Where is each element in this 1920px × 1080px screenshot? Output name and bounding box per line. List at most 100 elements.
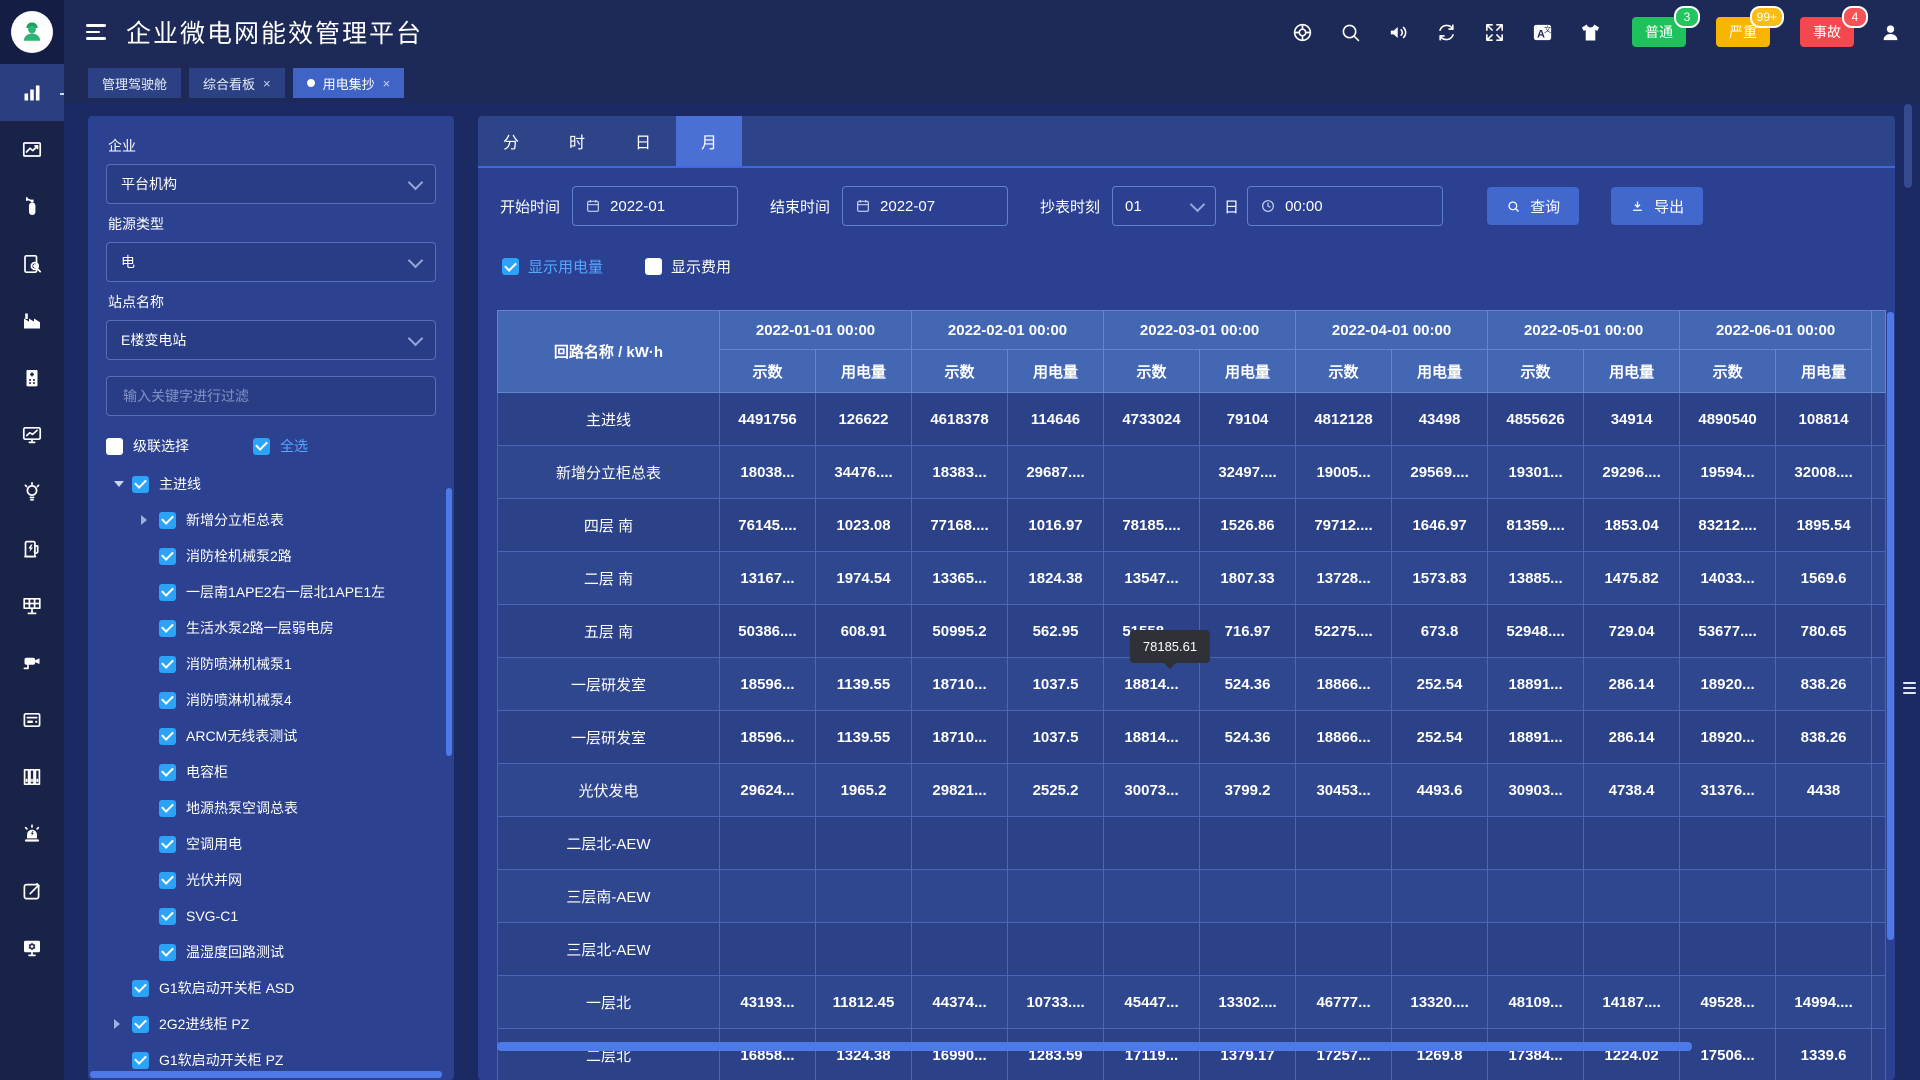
- tree-item[interactable]: 一层南1APE2右一层北1APE1左: [106, 574, 436, 610]
- theme-icon[interactable]: [1578, 20, 1602, 44]
- table-hscrollbar[interactable]: [497, 1042, 1692, 1051]
- sidebar-item-solar-panel[interactable]: [0, 577, 64, 634]
- sidebar-item-archive[interactable]: [0, 748, 64, 805]
- tree-checkbox[interactable]: [159, 836, 176, 853]
- tree-item[interactable]: 消防栓机械泵2路: [106, 538, 436, 574]
- sidebar-item-building-cross[interactable]: [0, 349, 64, 406]
- meter-day-select[interactable]: 01: [1112, 186, 1216, 226]
- fullscreen-icon[interactable]: [1482, 20, 1506, 44]
- tree-checkbox[interactable]: [159, 548, 176, 565]
- tree-checkbox[interactable]: [159, 908, 176, 925]
- panel-resize-handle-icon[interactable]: [1903, 682, 1916, 694]
- user-icon[interactable]: [1878, 20, 1902, 44]
- caret-right-icon[interactable]: [114, 1019, 132, 1029]
- export-button[interactable]: 导出: [1611, 187, 1703, 225]
- tree-item[interactable]: 2G2进线柜 PZ: [106, 1006, 436, 1042]
- period-tab-月[interactable]: 月: [676, 116, 742, 166]
- show-cost-checkbox[interactable]: [645, 258, 662, 275]
- sidebar-item-terminal-gear[interactable]: [0, 919, 64, 976]
- tree-filter-input[interactable]: [121, 387, 421, 405]
- sidebar-item-alarm-beacon[interactable]: [0, 805, 64, 862]
- tree-checkbox[interactable]: [159, 584, 176, 601]
- period-tab-时[interactable]: 时: [544, 116, 610, 166]
- nav-tab-1[interactable]: 综合看板×: [189, 68, 285, 98]
- start-time-input[interactable]: 2022-01: [572, 186, 738, 226]
- nav-tab-0[interactable]: 管理驾驶舱: [88, 68, 181, 98]
- tree-checkbox[interactable]: [159, 656, 176, 673]
- tree-checkbox[interactable]: [159, 872, 176, 889]
- sidebar-item-ev-charger[interactable]: [0, 520, 64, 577]
- tree-item[interactable]: ARCM无线表测试: [106, 718, 436, 754]
- tree-checkbox[interactable]: [159, 512, 176, 529]
- show-energy-checkbox[interactable]: [502, 258, 519, 275]
- period-tab-分[interactable]: 分: [478, 116, 544, 166]
- table-row[interactable]: 二层北16858...1324.3816990...1283.5917119..…: [498, 1029, 1886, 1080]
- sidebar-item-inspection[interactable]: [0, 235, 64, 292]
- caret-right-icon[interactable]: [141, 515, 159, 525]
- company-select[interactable]: 平台机构: [106, 164, 436, 204]
- nav-tab-2[interactable]: 用电集抄×: [293, 68, 405, 98]
- table-row[interactable]: 三层南-AEW: [498, 870, 1886, 923]
- sidebar-item-factory[interactable]: [0, 292, 64, 349]
- alarm-badge-2[interactable]: 事故 4: [1800, 17, 1854, 47]
- query-button[interactable]: 查询: [1487, 187, 1579, 225]
- tree-item[interactable]: 消防喷淋机械泵4: [106, 682, 436, 718]
- tree-item[interactable]: 生活水泵2路一层弱电房: [106, 610, 436, 646]
- station-select[interactable]: E楼变电站: [106, 320, 436, 360]
- tree-checkbox[interactable]: [132, 1052, 149, 1069]
- tree-item[interactable]: 新增分立柜总表: [106, 502, 436, 538]
- table-row[interactable]: 新增分立柜总表18038...34476....18383...29687...…: [498, 446, 1886, 499]
- table-row[interactable]: 一层研发室18596...1139.5518710...1037.518814.…: [498, 658, 1886, 711]
- tree-scrollbar[interactable]: [446, 488, 452, 756]
- tree-checkbox[interactable]: [159, 764, 176, 781]
- tree-item[interactable]: 电容柜: [106, 754, 436, 790]
- sidebar-item-line-chart[interactable]: [0, 121, 64, 178]
- alarm-badge-0[interactable]: 普通 3: [1632, 17, 1686, 47]
- tree-checkbox[interactable]: [159, 800, 176, 817]
- table-row[interactable]: 光伏发电29624...1965.229821...2525.230073...…: [498, 764, 1886, 817]
- tree-item[interactable]: 温湿度回路测试: [106, 934, 436, 970]
- menu-collapse-icon[interactable]: [86, 24, 106, 40]
- caret-down-icon[interactable]: [114, 481, 132, 487]
- tree-item[interactable]: SVG-C1: [106, 898, 436, 934]
- sidebar-item-bulb[interactable]: [0, 463, 64, 520]
- sidebar-item-camera[interactable]: [0, 634, 64, 691]
- refresh-icon[interactable]: [1434, 20, 1458, 44]
- tree-checkbox[interactable]: [159, 944, 176, 961]
- table-row[interactable]: 主进线4491756126622461837811464647330247910…: [498, 393, 1886, 446]
- sidebar-item-device-panel[interactable]: [0, 691, 64, 748]
- tree-checkbox[interactable]: [132, 980, 149, 997]
- table-row[interactable]: 一层北43193...11812.4544374...10733....4544…: [498, 976, 1886, 1029]
- tree-hscrollbar[interactable]: [90, 1071, 442, 1078]
- table-row[interactable]: 一层研发室18596...1139.5518710...1037.518814.…: [498, 711, 1886, 764]
- translate-icon[interactable]: A文: [1530, 20, 1554, 44]
- sidebar-item-bar-chart[interactable]: [0, 64, 64, 121]
- tree-item[interactable]: 光伏并网: [106, 862, 436, 898]
- table-row[interactable]: 二层北-AEW: [498, 817, 1886, 870]
- tree-checkbox[interactable]: [132, 476, 149, 493]
- tree-checkbox[interactable]: [159, 620, 176, 637]
- tree-checkbox[interactable]: [132, 1016, 149, 1033]
- sidebar-item-fire-extinguisher[interactable]: [0, 178, 64, 235]
- tree-item[interactable]: 主进线: [106, 466, 436, 502]
- tree-item[interactable]: 空调用电: [106, 826, 436, 862]
- help-icon[interactable]: [1290, 20, 1314, 44]
- table-row[interactable]: 三层北-AEW: [498, 923, 1886, 976]
- volume-icon[interactable]: [1386, 20, 1410, 44]
- tree-item[interactable]: 消防喷淋机械泵1: [106, 646, 436, 682]
- meter-time-input[interactable]: 00:00: [1247, 186, 1443, 226]
- close-icon[interactable]: ×: [263, 77, 271, 90]
- sidebar-item-edit[interactable]: [0, 862, 64, 919]
- sidebar-item-monitor-trend[interactable]: [0, 406, 64, 463]
- close-icon[interactable]: ×: [383, 77, 391, 90]
- period-tab-日[interactable]: 日: [610, 116, 676, 166]
- tree-checkbox[interactable]: [159, 692, 176, 709]
- table-row[interactable]: 二层 南13167...1974.5413365...1824.3813547.…: [498, 552, 1886, 605]
- table-row[interactable]: 四层 南76145....1023.0877168....1016.977818…: [498, 499, 1886, 552]
- page-scrollbar[interactable]: [1904, 104, 1912, 188]
- tree-checkbox[interactable]: [159, 728, 176, 745]
- search-icon[interactable]: [1338, 20, 1362, 44]
- cascade-checkbox[interactable]: [106, 438, 123, 455]
- end-time-input[interactable]: 2022-07: [842, 186, 1008, 226]
- table-vscrollbar[interactable]: [1887, 312, 1894, 940]
